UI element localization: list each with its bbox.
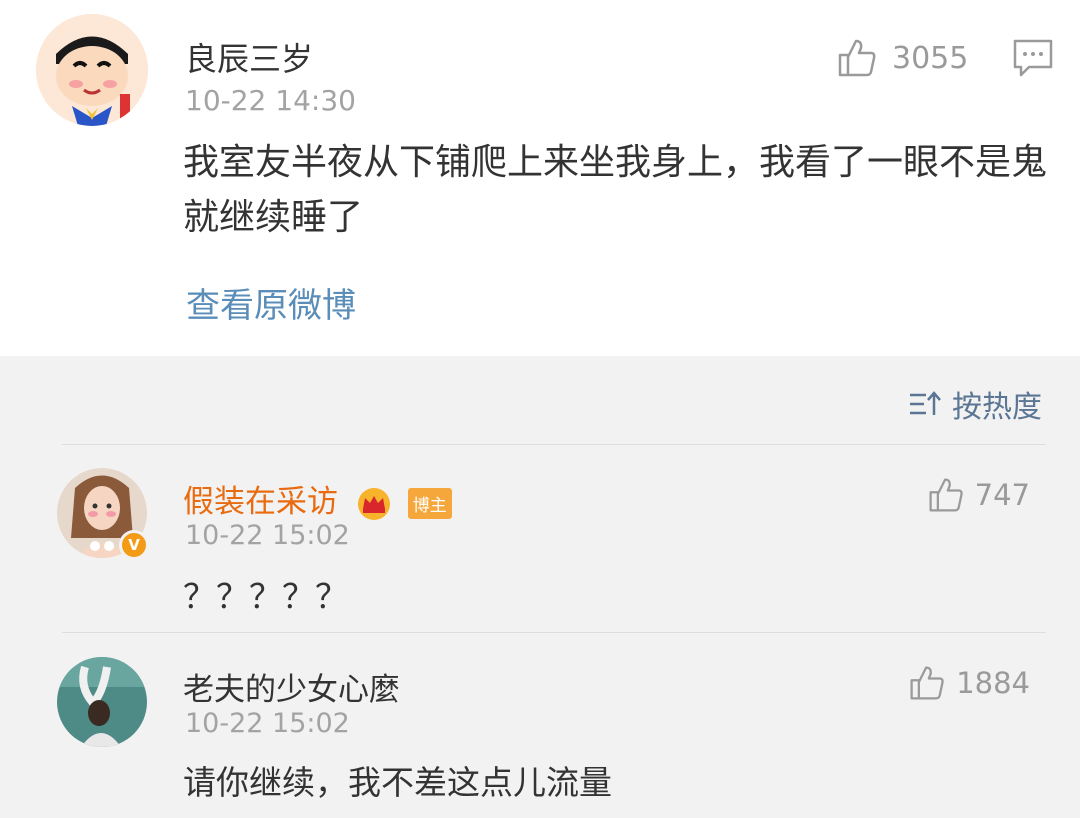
thumbs-up-icon bbox=[929, 478, 963, 512]
sort-label: 按热度 bbox=[952, 390, 1042, 425]
post-author-avatar[interactable] bbox=[36, 14, 148, 126]
comment-author-name-text: 假装在采访 bbox=[183, 484, 338, 520]
comment-icon[interactable] bbox=[1012, 38, 1054, 78]
divider bbox=[62, 632, 1046, 633]
post-like-count: 3055 bbox=[892, 40, 969, 76]
comment-text: ？？？？？ bbox=[183, 577, 348, 616]
original-post: 良辰三岁 10-22 14:30 3055 我室友半夜从下铺爬上来坐我身上，我看… bbox=[0, 0, 1080, 356]
divider bbox=[62, 444, 1046, 445]
post-text: 我室友半夜从下铺爬上来坐我身上，我看了一眼不是鬼就继续睡了 bbox=[183, 142, 1048, 238]
comment-author-name[interactable]: 假装在采访 博主 bbox=[183, 476, 452, 521]
view-original-link[interactable]: 查看原微博 bbox=[186, 278, 356, 327]
post-author-name[interactable]: 良辰三岁 bbox=[185, 34, 313, 80]
comment-author-name[interactable]: 老夫的少女心麼 bbox=[183, 664, 400, 709]
post-timestamp: 10-22 14:30 bbox=[185, 84, 356, 117]
owner-badge: 博主 bbox=[407, 488, 452, 519]
sort-by-hot-button[interactable]: 按热度 bbox=[908, 382, 1042, 426]
comment-text: 请你继续，我不差这点儿流量 bbox=[183, 763, 612, 802]
comment-like-button[interactable]: 747 bbox=[927, 476, 1030, 514]
comment-like-count: 1884 bbox=[956, 666, 1030, 700]
comments-section: 按热度 V 假装在采访 博主 10-22 15:02 747 ？？？？？ 老夫的… bbox=[0, 356, 1080, 818]
comment-like-count: 747 bbox=[974, 478, 1030, 512]
comment-timestamp: 10-22 15:02 bbox=[185, 708, 350, 739]
sort-icon bbox=[910, 391, 941, 415]
post-like-button[interactable]: 3055 bbox=[836, 36, 968, 80]
comment-author-avatar[interactable] bbox=[57, 657, 147, 747]
comment-timestamp: 10-22 15:02 bbox=[185, 520, 350, 551]
crown-icon bbox=[357, 487, 390, 520]
comment-like-button[interactable]: 1884 bbox=[908, 664, 1030, 702]
thumbs-up-icon bbox=[838, 39, 876, 77]
thumbs-up-icon bbox=[910, 666, 944, 700]
verified-badge: V bbox=[119, 530, 149, 560]
